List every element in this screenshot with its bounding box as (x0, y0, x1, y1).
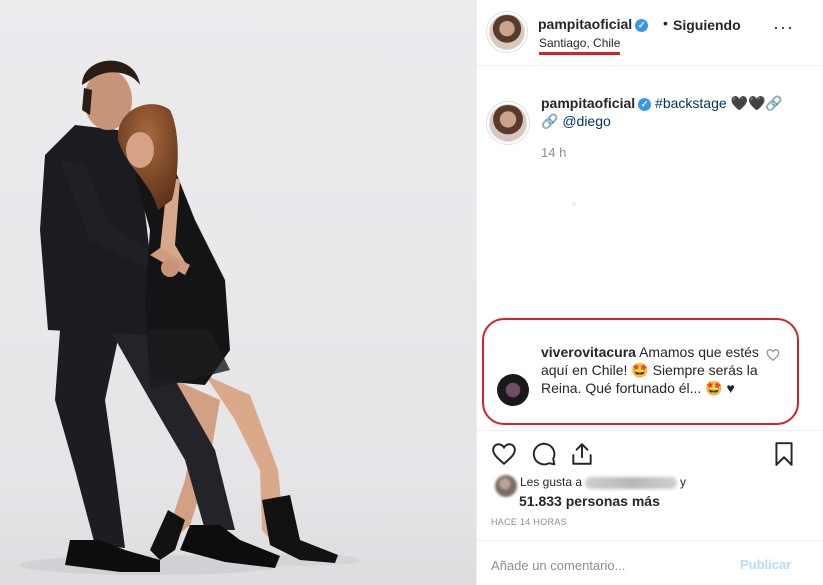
post-header: pampitaoficial ✓ • Siguiendo Santiago, Ch… (477, 0, 823, 66)
location-link[interactable]: Santiago, Chile (539, 36, 621, 55)
comment-icon[interactable] (531, 441, 557, 467)
blurred-liker-name[interactable] (585, 476, 678, 489)
liker-avatar[interactable] (495, 475, 517, 497)
commenter-username[interactable]: viverovitacura (541, 344, 636, 360)
verified-badge-icon: ✓ (638, 97, 652, 111)
caption-text: pampitaoficial ✓ #backstage 🖤🖤🔗 🔗 @diego (541, 94, 791, 130)
caption-avatar[interactable] (489, 104, 527, 142)
separator-dot: • (663, 15, 668, 31)
hashtag-link[interactable]: #backstage (655, 95, 727, 111)
loading-dot (572, 202, 576, 206)
verified-badge-icon: ✓ (635, 18, 649, 32)
post-timestamp[interactable]: HACE 14 HORAS (491, 517, 567, 527)
bookmark-icon[interactable] (771, 441, 797, 467)
mention-link[interactable]: @diego (562, 113, 610, 129)
dancing-couple-image (0, 60, 476, 585)
likes-count-suffix[interactable]: personas más (566, 493, 660, 509)
commenter-avatar[interactable] (497, 374, 529, 406)
author-username[interactable]: pampitaoficial ✓ (538, 16, 649, 32)
caption-username[interactable]: pampitaoficial (541, 95, 635, 111)
more-options-icon[interactable]: ··· (773, 18, 794, 36)
post-actions-bar (477, 430, 823, 474)
publish-button[interactable]: Publicar (740, 557, 791, 572)
link-emoji: 🔗 (541, 113, 559, 129)
likes-line-1: Les gusta a y (520, 475, 686, 489)
likes-prefix: Les gusta a (520, 475, 583, 489)
comment-form: Publicar (477, 540, 823, 585)
caption-emojis: 🖤🖤🔗 (730, 95, 783, 111)
comment-input[interactable] (491, 555, 721, 575)
author-avatar[interactable] (489, 14, 525, 50)
post-side-panel: pampitaoficial ✓ • Siguiendo Santiago, Ch… (476, 0, 823, 585)
highlighted-comment: viverovitacura Amamos que estés aquí en … (482, 318, 799, 425)
following-button[interactable]: Siguiendo (673, 17, 741, 33)
comment-text: viverovitacura Amamos que estés aquí en … (541, 343, 773, 397)
likes-line-2[interactable]: 51.833 personas más (519, 493, 660, 509)
like-comment-heart-icon[interactable] (766, 348, 780, 362)
black-heart-emoji: ♥ (726, 380, 735, 396)
caption-time[interactable]: 14 h (541, 145, 566, 160)
likes-count[interactable]: 51.833 (519, 493, 562, 509)
share-icon[interactable] (569, 441, 595, 467)
author-username-text[interactable]: pampitaoficial (538, 16, 632, 32)
post-photo[interactable] (0, 0, 476, 585)
heart-icon[interactable] (491, 441, 517, 467)
likes-suffix: y (680, 475, 687, 489)
